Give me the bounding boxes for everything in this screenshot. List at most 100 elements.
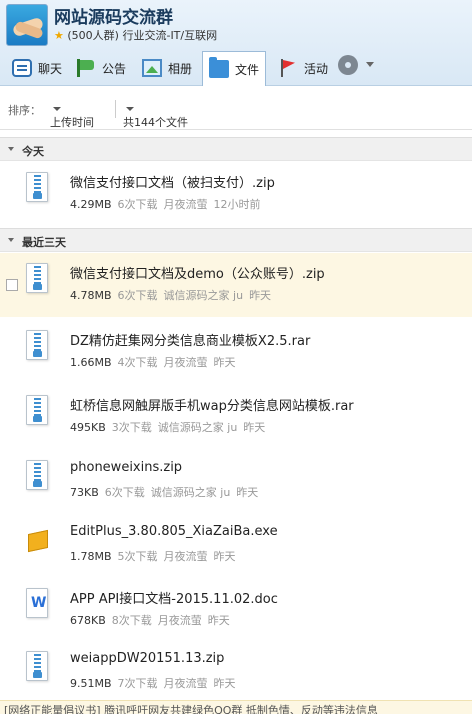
file-meta: 678KB 8次下载 月夜流萤 昨天 bbox=[70, 612, 236, 628]
uploader[interactable]: 诚信源码之家 ju bbox=[158, 421, 238, 434]
tab-chat[interactable]: 聊天 bbox=[12, 52, 62, 84]
file-size: 9.51MB bbox=[70, 677, 112, 690]
download-count: 6次下载 bbox=[104, 486, 145, 499]
doc-file-icon bbox=[26, 588, 48, 618]
file-name[interactable]: 微信支付接口文档及demo（公众账号）.zip bbox=[70, 263, 325, 282]
collapse-arrow-icon bbox=[8, 238, 14, 242]
chevron-down-icon[interactable] bbox=[366, 62, 374, 67]
sort-label: 排序： bbox=[8, 104, 41, 117]
tab-notice-label: 公告 bbox=[102, 61, 127, 76]
group-label: 今天 bbox=[22, 145, 44, 158]
upload-time: 昨天 bbox=[213, 356, 236, 369]
divider bbox=[115, 100, 116, 118]
chevron-down-icon bbox=[53, 107, 61, 111]
file-name[interactable]: DZ精仿赶集网分类信息商业模板X2.5.rar bbox=[70, 330, 310, 349]
download-count: 6次下载 bbox=[117, 198, 158, 211]
member-count: (500人群) bbox=[67, 29, 119, 42]
file-name[interactable]: 虹桥信息网触屏版手机wap分类信息网站模板.rar bbox=[70, 395, 354, 414]
chevron-down-icon bbox=[126, 107, 134, 111]
file-row[interactable]: 虹桥信息网触屏版手机wap分类信息网站模板.rar 495KB 3次下载 诚信源码之… bbox=[0, 385, 472, 449]
file-name[interactable]: phoneweixins.zip bbox=[70, 460, 182, 475]
upload-time: 昨天 bbox=[249, 289, 272, 302]
group-recent-three-days[interactable]: 最近三天 bbox=[0, 228, 472, 252]
group-name[interactable]: 网站源码交流群 bbox=[54, 3, 173, 28]
upload-time: 昨天 bbox=[236, 486, 259, 499]
gear-icon[interactable] bbox=[338, 55, 358, 75]
tab-files[interactable]: 文件 bbox=[202, 51, 267, 86]
zip-file-icon bbox=[26, 460, 48, 490]
file-size: 678KB bbox=[70, 614, 106, 627]
file-size: 1.78MB bbox=[70, 550, 112, 563]
file-name[interactable]: 微信支付接口文档（被扫支付）.zip bbox=[70, 172, 275, 191]
group-header: 网站源码交流群 ★ (500人群) 行业交流-IT/互联网 聊天 公告 相册 文… bbox=[0, 0, 472, 86]
file-meta: 4.29MB 6次下载 月夜流萤 12小时前 bbox=[70, 196, 267, 212]
group-info: ★ (500人群) 行业交流-IT/互联网 bbox=[54, 27, 217, 43]
sort-dropdown[interactable]: 上传时间 bbox=[50, 102, 94, 129]
file-size: 495KB bbox=[70, 421, 106, 434]
album-icon bbox=[142, 59, 162, 77]
file-meta: 4.78MB 6次下载 诚信源码之家 ju 昨天 bbox=[70, 287, 277, 303]
file-name[interactable]: weiappDW20151.13.zip bbox=[70, 651, 224, 666]
download-count: 6次下载 bbox=[117, 289, 158, 302]
star-icon: ★ bbox=[54, 29, 64, 42]
tab-bar: 聊天 公告 相册 文件 活动 bbox=[0, 50, 472, 86]
file-row[interactable]: EditPlus_3.80.805_XiaZaiBa.exe 1.78MB 5次下… bbox=[0, 514, 472, 578]
announcement-text[interactable]: [网络正能量倡议书] 腾讯呼吁网友共建绿色QQ群 抵制色情、反动等违法信息 bbox=[4, 704, 378, 714]
download-count: 8次下载 bbox=[111, 614, 152, 627]
announcement-bar[interactable]: [网络正能量倡议书] 腾讯呼吁网友共建绿色QQ群 抵制色情、反动等违法信息 bbox=[0, 700, 472, 714]
chat-icon bbox=[12, 59, 32, 77]
uploader[interactable]: 月夜流萤 bbox=[164, 356, 208, 369]
file-row[interactable]: weiappDW20151.13.zip 9.51MB 7次下载 月夜流萤 昨天 bbox=[0, 641, 472, 705]
tab-album[interactable]: 相册 bbox=[142, 52, 192, 84]
file-name[interactable]: APP API接口文档-2015.11.02.doc bbox=[70, 588, 278, 607]
file-meta: 1.78MB 5次下载 月夜流萤 昨天 bbox=[70, 548, 242, 564]
file-meta: 1.66MB 4次下载 月夜流萤 昨天 bbox=[70, 354, 242, 370]
group-label: 最近三天 bbox=[22, 236, 66, 249]
sort-bar: 排序： 上传时间 共144个文件 bbox=[0, 90, 472, 130]
uploader[interactable]: 月夜流萤 bbox=[164, 550, 208, 563]
tab-activity[interactable]: 活动 bbox=[278, 52, 328, 84]
file-row[interactable]: phoneweixins.zip 73KB 6次下载 诚信源码之家 ju 昨天 bbox=[0, 450, 472, 514]
uploader[interactable]: 月夜流萤 bbox=[164, 677, 208, 690]
collapse-arrow-icon bbox=[8, 147, 14, 151]
download-count: 3次下载 bbox=[111, 421, 152, 434]
sort-value: 上传时间 bbox=[50, 116, 94, 129]
upload-time: 昨天 bbox=[243, 421, 266, 434]
tab-files-label: 文件 bbox=[235, 62, 260, 77]
uploader[interactable]: 月夜流萤 bbox=[158, 614, 202, 627]
file-size: 73KB bbox=[70, 486, 99, 499]
tab-chat-label: 聊天 bbox=[38, 61, 63, 76]
select-checkbox[interactable] bbox=[6, 279, 18, 291]
upload-time: 昨天 bbox=[213, 677, 236, 690]
notice-flag-icon bbox=[76, 59, 96, 77]
zip-file-icon bbox=[26, 172, 48, 202]
uploader[interactable]: 诚信源码之家 ju bbox=[151, 486, 231, 499]
file-meta: 9.51MB 7次下载 月夜流萤 昨天 bbox=[70, 675, 242, 691]
file-name[interactable]: EditPlus_3.80.805_XiaZaiBa.exe bbox=[70, 524, 278, 539]
file-count: 共144个文件 bbox=[123, 116, 188, 129]
download-count: 5次下载 bbox=[117, 550, 158, 563]
tab-album-label: 相册 bbox=[168, 61, 193, 76]
uploader[interactable]: 诚信源码之家 ju bbox=[164, 289, 244, 302]
tab-activity-label: 活动 bbox=[304, 61, 329, 76]
file-size: 4.78MB bbox=[70, 289, 112, 302]
group-today[interactable]: 今天 bbox=[0, 137, 472, 161]
uploader[interactable]: 月夜流萤 bbox=[164, 198, 208, 211]
upload-time: 昨天 bbox=[207, 614, 230, 627]
zip-file-icon bbox=[26, 330, 48, 360]
exe-file-icon bbox=[26, 524, 48, 554]
file-row[interactable]: 微信支付接口文档及demo（公众账号）.zip 4.78MB 6次下载 诚信源码之家… bbox=[0, 253, 472, 317]
zip-file-icon bbox=[26, 263, 48, 293]
zip-file-icon bbox=[26, 395, 48, 425]
file-row[interactable]: APP API接口文档-2015.11.02.doc 678KB 8次下载月夜流萤… bbox=[0, 578, 472, 642]
tab-notice[interactable]: 公告 bbox=[76, 52, 126, 84]
upload-time: 昨天 bbox=[213, 550, 236, 563]
file-meta: 73KB 6次下载 诚信源码之家 ju 昨天 bbox=[70, 484, 264, 500]
folder-icon bbox=[209, 57, 229, 78]
file-row[interactable]: DZ精仿赶集网分类信息商业模板X2.5.rar 1.66MB 4次下载 月夜流萤 昨天 bbox=[0, 320, 472, 384]
group-category: 行业交流-IT/互联网 bbox=[122, 29, 218, 42]
file-count-dropdown[interactable]: 共144个文件 bbox=[123, 102, 188, 129]
download-count: 7次下载 bbox=[117, 677, 158, 690]
group-avatar[interactable] bbox=[6, 4, 48, 46]
file-row[interactable]: 微信支付接口文档（被扫支付）.zip 4.29MB 6次下载 月夜流萤 12小时前 bbox=[0, 162, 472, 226]
